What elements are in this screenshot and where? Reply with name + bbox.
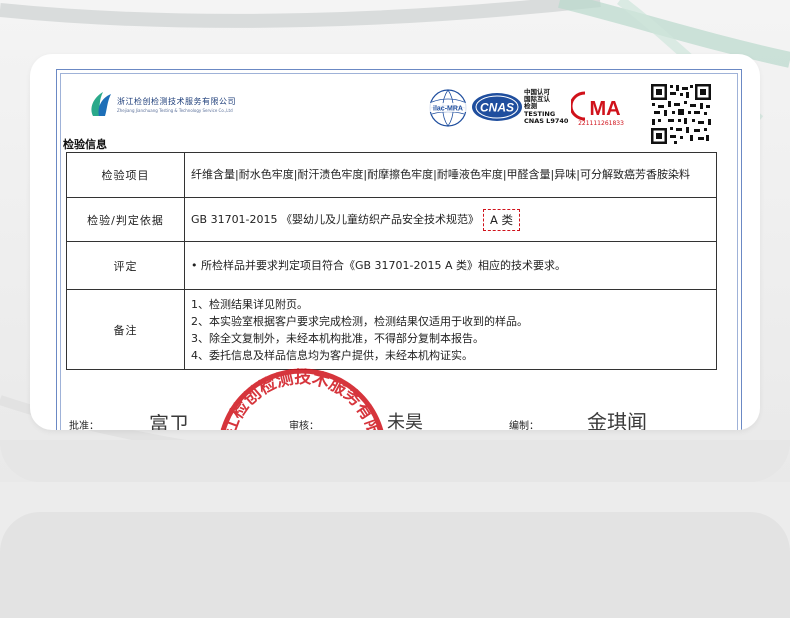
company-logo-icon [91,92,111,116]
ilac-text: ilac-MRA [433,106,463,113]
test-report: 浙江检创检测技术服务有限公司 Zhejiang Jianchuang Testi… [56,69,742,430]
grade-highlight: A 类 [483,208,521,231]
table-row: 评定 • 所检样品并要求判定项目符合《GB 31701-2015 A 类》相应的… [66,241,717,290]
approve-label: 批准： [69,421,99,430]
table-row: 检验/判定依据 GB 31701-2015 《婴幼儿及儿童纺织产品安全技术规范》… [66,197,717,242]
evaluation-value: • 所检样品并要求判定项目符合《GB 31701-2015 A 类》相应的技术要… [184,241,717,290]
row-label: 检验/判定依据 [66,197,185,242]
inspection-info-table: 检验项目 纤维含量|耐水色牢度|耐汗渍色牢度|耐摩擦色牢度|耐唾液色牢度|甲醛含… [66,152,717,370]
table-row: 检验项目 纤维含量|耐水色牢度|耐汗渍色牢度|耐摩擦色牢度|耐唾液色牢度|甲醛含… [66,152,717,198]
company-name-cn: 浙江检创检测技术服务有限公司 [117,96,236,106]
lower-card [0,512,790,618]
section-title: 检验信息 [63,138,107,151]
qr-code [650,83,712,145]
approve-signature: 富卫 [149,412,189,430]
note-item: 3、除全文复制外，未经本机构批准，不得部分复制本报告。 [191,331,484,345]
cma-number: 221111261833 [578,120,624,127]
official-stamp: 浙江检创检测技术服务有限公司 [202,353,387,430]
company-name-en: Zhejiang Jianchuang Testing & Technology… [117,107,233,113]
company-logo: 浙江检创检测技术服务有限公司 Zhejiang Jianchuang Testi… [87,90,236,118]
cnas-accreditation-text: 中国认可 国际互认 检测 TESTING CNAS L9740 [524,88,569,125]
cnas-logo: CNAS [472,93,522,121]
compile-signature: 金琪闻 [587,410,647,430]
standard-value: GB 31701-2015 《婴幼儿及儿童纺织产品安全技术规范》 [191,212,480,226]
card-bottom-edge [0,440,790,482]
ilac-mra-logo: ilac-MRA [429,89,467,127]
report-card: 浙江检创检测技术服务有限公司 Zhejiang Jianchuang Testi… [30,54,760,430]
cnas-line: CNAS L9740 [524,116,569,125]
note-item: 1、检测结果详见附页。 [191,297,308,311]
standard-cell: GB 31701-2015 《婴幼儿及儿童纺织产品安全技术规范》 A 类 [184,197,717,242]
cma-logo-text: MA [589,98,620,120]
cnas-logo-text: CNAS [480,101,514,115]
note-item: 2、本实验室根据客户要求完成检测，检测结果仅适用于收到的样品。 [191,314,528,328]
inspection-items-value: 纤维含量|耐水色牢度|耐汗渍色牢度|耐摩擦色牢度|耐唾液色牢度|甲醛含量|异味|… [184,152,717,198]
stamp-text: 浙江检创检测技术服务有限公司 [202,353,387,430]
row-label: 备注 [66,289,185,370]
compile-label: 编制： [509,421,539,430]
row-label: 评定 [66,241,185,290]
row-label: 检验项目 [66,152,185,198]
